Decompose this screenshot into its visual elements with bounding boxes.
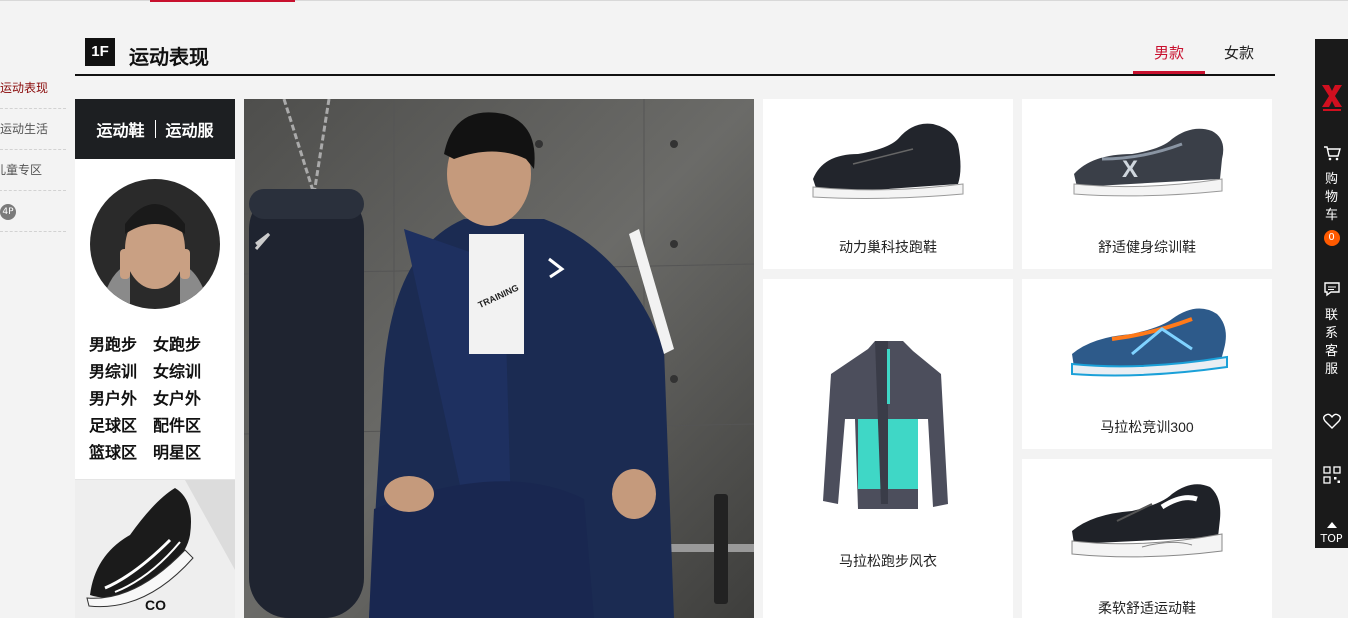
heart-icon xyxy=(1322,413,1341,429)
product-card[interactable]: X 舒适健身综训鞋 xyxy=(1022,99,1272,269)
product-name: 马拉松竞训300 xyxy=(1100,419,1194,435)
product-name: 马拉松跑步风衣 xyxy=(839,553,937,569)
link-women-training[interactable]: 女综训 xyxy=(153,358,201,385)
product-image xyxy=(823,341,948,509)
top-accent-line xyxy=(150,0,295,2)
sidebar-favorite-button[interactable] xyxy=(1315,413,1348,433)
product-image: X xyxy=(1073,128,1224,197)
product-card[interactable]: 动力巢科技跑鞋 xyxy=(763,99,1013,269)
link-men-training[interactable]: 男综训 xyxy=(89,358,137,385)
category-panel: 运动鞋 运动服 男跑步 女跑步 男综训 女综训 男户外 女户外 足球区 配件区 … xyxy=(75,99,235,618)
cart-count-badge: 0 xyxy=(1323,230,1340,246)
floor-nav: 运动表现 运动生活 儿童专区 4P xyxy=(0,68,66,232)
sidebar-qrcode-button[interactable] xyxy=(1315,466,1348,488)
product-name: 柔软舒适运动鞋 xyxy=(1098,600,1196,616)
category-link-row: 足球区 配件区 xyxy=(89,412,229,439)
top-label: TOP xyxy=(1320,532,1343,545)
cart-icon xyxy=(1323,146,1341,161)
link-men-running[interactable]: 男跑步 xyxy=(89,331,137,358)
link-accessories[interactable]: 配件区 xyxy=(153,412,201,439)
product-image xyxy=(1071,484,1223,558)
link-men-outdoor[interactable]: 男户外 xyxy=(89,385,137,412)
product-card[interactable]: 柔软舒适运动鞋 xyxy=(1022,459,1272,618)
category-link-row: 男综训 女综训 xyxy=(89,358,229,385)
link-star-zone[interactable]: 明星区 xyxy=(153,439,201,466)
link-women-outdoor[interactable]: 女户外 xyxy=(153,385,201,412)
celebrity-avatar[interactable] xyxy=(90,179,220,309)
product-image xyxy=(1071,308,1228,377)
right-sidebar: 购物车 0 联系客服 TOP xyxy=(1315,39,1348,548)
arrow-up-icon xyxy=(1326,522,1337,528)
tab-men[interactable]: 男款 xyxy=(1154,42,1184,63)
floor-nav-item-4f[interactable]: 4P xyxy=(0,191,66,232)
floor-4f-badge: 4P xyxy=(0,203,16,220)
category-apparel-link[interactable]: 运动服 xyxy=(166,117,214,141)
link-women-running[interactable]: 女跑步 xyxy=(153,331,201,358)
sidebar-service-button[interactable]: 联系客服 xyxy=(1315,281,1348,379)
category-separator xyxy=(154,120,156,138)
category-links: 男跑步 女跑步 男综训 女综训 男户外 女户外 足球区 配件区 篮球区 明星区 xyxy=(89,331,229,466)
active-tab-indicator xyxy=(1133,71,1205,74)
link-basketball[interactable]: 篮球区 xyxy=(89,439,137,466)
link-football[interactable]: 足球区 xyxy=(89,412,137,439)
product-card[interactable]: 马拉松跑步风衣 xyxy=(763,279,1013,618)
cart-label: 购物车 xyxy=(1325,172,1339,223)
category-link-row: 男户外 女户外 xyxy=(89,385,229,412)
floor-nav-label: 运动表现 xyxy=(0,81,49,95)
sidebar-cart-button[interactable]: 购物车 0 xyxy=(1315,145,1348,246)
category-shoes-link[interactable]: 运动鞋 xyxy=(96,117,144,141)
product-name: 动力巢科技跑鞋 xyxy=(839,239,937,255)
brand-logo-icon[interactable] xyxy=(1315,83,1348,117)
floor-number-badge: 1F xyxy=(85,38,115,66)
floor-nav-item-lifestyle[interactable]: 运动生活 xyxy=(0,109,66,150)
promo-shoe-caption: CO xyxy=(145,597,166,613)
svg-text:X: X xyxy=(1122,156,1138,183)
qrcode-icon xyxy=(1322,466,1341,484)
product-name: 舒适健身综训鞋 xyxy=(1098,239,1196,255)
category-header: 运动鞋 运动服 xyxy=(75,99,235,159)
promo-shoe-image[interactable]: CO xyxy=(75,480,235,618)
floor-nav-item-performance[interactable]: 运动表现 xyxy=(0,68,66,109)
floor-nav-label: 运动生活 xyxy=(0,122,49,136)
service-label: 联系客服 xyxy=(1325,308,1339,377)
hero-banner-image[interactable]: TRAINING xyxy=(244,99,754,618)
tab-women[interactable]: 女款 xyxy=(1224,42,1254,63)
sidebar-back-to-top[interactable]: TOP xyxy=(1315,513,1348,545)
category-link-row: 篮球区 明星区 xyxy=(89,439,229,466)
product-image xyxy=(812,123,964,199)
category-link-row: 男跑步 女跑步 xyxy=(89,331,229,358)
chat-icon xyxy=(1323,282,1340,297)
floor-nav-label: 儿童专区 xyxy=(0,163,43,177)
floor-title: 运动表现 xyxy=(129,45,209,69)
floor-header: 1F 运动表现 男款 女款 xyxy=(75,36,1275,76)
product-card[interactable]: 马拉松竞训300 xyxy=(1022,279,1272,449)
floor-nav-item-kids[interactable]: 儿童专区 xyxy=(0,150,66,191)
